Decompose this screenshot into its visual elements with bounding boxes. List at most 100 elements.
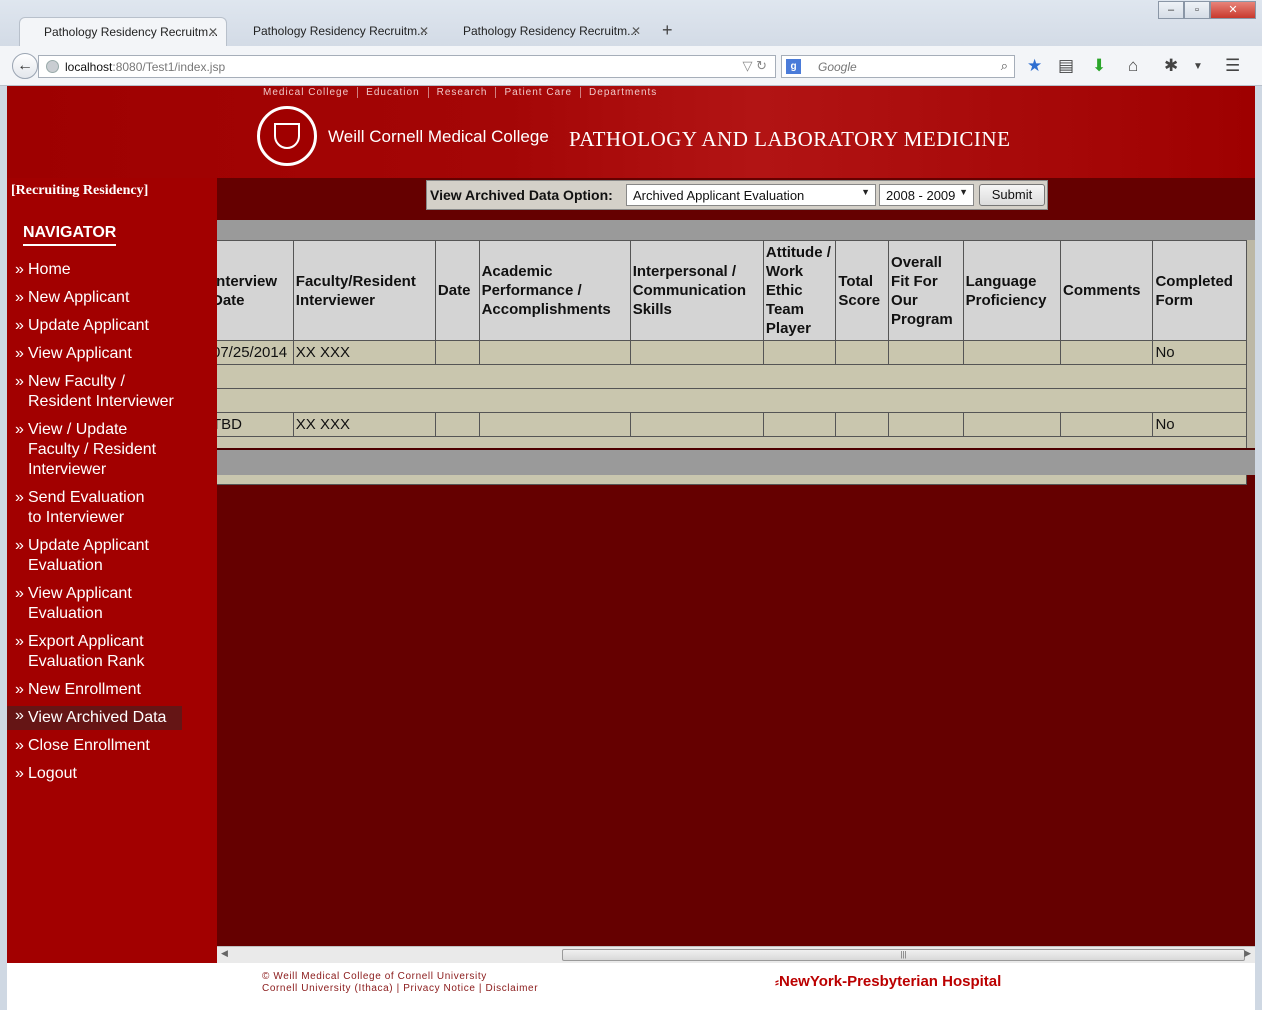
col-completed-form: Completed Form — [1152, 240, 1247, 341]
window-border-left — [0, 86, 7, 1010]
col-comments: Comments — [1059, 240, 1154, 341]
search-icon[interactable]: ⌕ — [1001, 58, 1008, 74]
url-bar[interactable]: localhost:8080/Test1/index.jsp ▽ ↻ — [38, 55, 776, 78]
nav-item-new-enrollment[interactable]: New Enrollment — [7, 680, 217, 700]
department-title: PATHOLOGY AND LABORATORY MEDICINE — [569, 127, 1011, 151]
cell-comments — [1059, 412, 1154, 437]
scroll-right-icon[interactable]: ▶ — [1244, 948, 1251, 959]
nav-item-update-applicant[interactable]: Update Applicant — [7, 316, 217, 336]
nav-item-view-archived-data[interactable]: View Archived Data — [7, 706, 182, 730]
cell-completed-form: No — [1152, 412, 1247, 437]
cell-date — [434, 412, 480, 437]
table-row: 07/25/2014 XX XXX No — [217, 340, 1247, 365]
browser-titlebar: Pathology Residency Recruitm... ✕ Pathol… — [0, 0, 1262, 46]
cell-interpersonal — [629, 412, 764, 437]
page-viewport: Medical College Education Research Patie… — [7, 86, 1255, 963]
url-path: :8080/Test1/index.jsp — [112, 60, 226, 74]
archived-options-bar: View Archived Data Option: Archived Appl… — [426, 180, 1048, 210]
dropdown-icon[interactable]: ▼ — [1193, 61, 1203, 72]
nav-item-view-applicant-evaluation[interactable]: View Applicant Evaluation — [7, 584, 147, 624]
close-window-icon[interactable]: ✕ — [1210, 1, 1256, 19]
search-placeholder: Google — [818, 60, 857, 74]
submit-button[interactable]: Submit — [979, 184, 1045, 206]
main-content: View Archived Data Option: Archived Appl… — [217, 178, 1255, 946]
addon-icon[interactable]: ✱ — [1164, 56, 1178, 76]
cell-interviewer: XX XXX — [292, 340, 436, 365]
cell-overall-fit — [888, 412, 964, 437]
nav-item-logout[interactable]: Logout — [7, 764, 217, 784]
close-tab-icon[interactable]: ✕ — [631, 24, 641, 38]
nav-item-new-faculty-interviewer[interactable]: New Faculty / Resident Interviewer — [7, 372, 187, 412]
browser-tab-1[interactable]: Pathology Residency Recruitm... ✕ — [19, 17, 227, 46]
footer-text: © Weill Medical College of Cornell Unive… — [262, 971, 538, 995]
menu-icon[interactable]: ☰ — [1225, 56, 1240, 76]
scroll-left-icon[interactable]: ◀ — [221, 948, 228, 959]
new-tab-icon[interactable]: + — [662, 20, 673, 41]
col-attitude: Attitude / Work Ethic Team Player — [762, 240, 837, 341]
tab-title: Pathology Residency Recruitm... — [44, 25, 219, 39]
table-header-row: Interview Date Faculty/Resident Intervie… — [217, 240, 1247, 341]
table-spacer-row — [217, 364, 1247, 389]
cell-total-score — [835, 340, 890, 365]
nav-item-update-applicant-evaluation[interactable]: Update Applicant Evaluation — [7, 536, 167, 576]
nyp-logo[interactable]: ⸗NewYork-Presbyterian Hospital — [775, 973, 1001, 990]
google-icon: g — [786, 59, 801, 74]
nav-item-home[interactable]: Home — [7, 260, 217, 280]
cell-interviewer: XX XXX — [292, 412, 436, 437]
table-row: TBD XX XXX No — [217, 412, 1247, 437]
nav-item-export-evaluation-rank[interactable]: Export Applicant Evaluation Rank — [7, 632, 167, 672]
navigator-title: NAVIGATOR — [23, 224, 117, 246]
browser-navbar: ← localhost:8080/Test1/index.jsp ▽ ↻ g G… — [0, 46, 1262, 86]
cell-total-score — [835, 412, 890, 437]
table-separator-row — [217, 388, 1247, 413]
year-select[interactable]: 2008 - 2009 ▼ — [879, 184, 974, 206]
col-overall-fit: Overall Fit For Our Program — [888, 240, 964, 341]
cell-interview-date: TBD — [217, 412, 294, 437]
reload-icon[interactable]: ▽ ↻ — [742, 58, 767, 74]
nav-item-new-applicant[interactable]: New Applicant — [7, 288, 217, 308]
bookmark-star-icon[interactable]: ★ — [1027, 56, 1042, 76]
cell-interpersonal — [629, 340, 764, 365]
top-link-education[interactable]: Education — [358, 87, 429, 98]
cell-overall-fit — [888, 340, 964, 365]
browser-tab-2[interactable]: Pathology Residency Recruitm... ✕ — [229, 17, 437, 46]
college-name: Weill Cornell Medical College — [328, 127, 549, 146]
top-links: Medical College Education Research Patie… — [255, 87, 665, 98]
bookmarks-list-icon[interactable]: ▤ — [1058, 56, 1074, 76]
footer-links[interactable]: Cornell University (Ithaca) | Privacy No… — [262, 983, 538, 995]
cell-attitude — [762, 340, 837, 365]
url-host: localhost — [65, 60, 113, 74]
top-link-patient-care[interactable]: Patient Care — [496, 87, 582, 98]
evaluation-table-wrap: Interview Date Faculty/Resident Intervie… — [217, 240, 1255, 485]
search-input[interactable]: g Google ⌕ — [781, 55, 1015, 78]
chevron-down-icon: ▼ — [959, 187, 968, 197]
home-icon[interactable]: ⌂ — [1128, 56, 1138, 76]
nav-item-view-update-faculty[interactable]: View / Update Faculty / Resident Intervi… — [7, 420, 172, 480]
data-option-select[interactable]: Archived Applicant Evaluation ▼ — [626, 184, 876, 206]
minimize-icon[interactable]: – — [1158, 1, 1184, 19]
archived-option-label: View Archived Data Option: — [430, 187, 613, 203]
horizontal-scrollbar[interactable]: ◀ ||| ▶ — [217, 946, 1255, 963]
close-tab-icon[interactable]: ✕ — [419, 24, 429, 38]
sidebar: [Recruiting Residency] NAVIGATOR Home Ne… — [7, 178, 217, 963]
nav-item-view-applicant[interactable]: View Applicant — [7, 344, 217, 364]
cell-academic — [478, 412, 631, 437]
top-link-medical-college[interactable]: Medical College — [255, 87, 359, 98]
scrollbar-thumb[interactable]: ||| — [562, 949, 1245, 961]
maximize-icon[interactable]: ▫ — [1184, 1, 1210, 19]
top-link-departments[interactable]: Departments — [581, 87, 665, 98]
close-tab-icon[interactable]: ✕ — [208, 25, 218, 39]
cell-attitude — [762, 412, 837, 437]
browser-tab-3[interactable]: Pathology Residency Recruitm... ✕ — [439, 17, 649, 46]
cell-language — [962, 340, 1062, 365]
back-arrow-icon[interactable]: ← — [12, 53, 38, 79]
data-option-value: Archived Applicant Evaluation — [633, 188, 805, 203]
cell-interview-date: 07/25/2014 — [217, 340, 294, 365]
top-link-research[interactable]: Research — [429, 87, 497, 98]
nav-item-close-enrollment[interactable]: Close Enrollment — [7, 736, 217, 756]
col-interview-date: Interview Date — [217, 240, 294, 341]
col-interpersonal: Interpersonal / Communication Skills — [629, 240, 764, 341]
chevron-down-icon: ▼ — [861, 187, 870, 197]
nav-item-send-evaluation[interactable]: Send Evaluation to Interviewer — [7, 488, 157, 528]
download-icon[interactable]: ⬇ — [1092, 56, 1106, 76]
